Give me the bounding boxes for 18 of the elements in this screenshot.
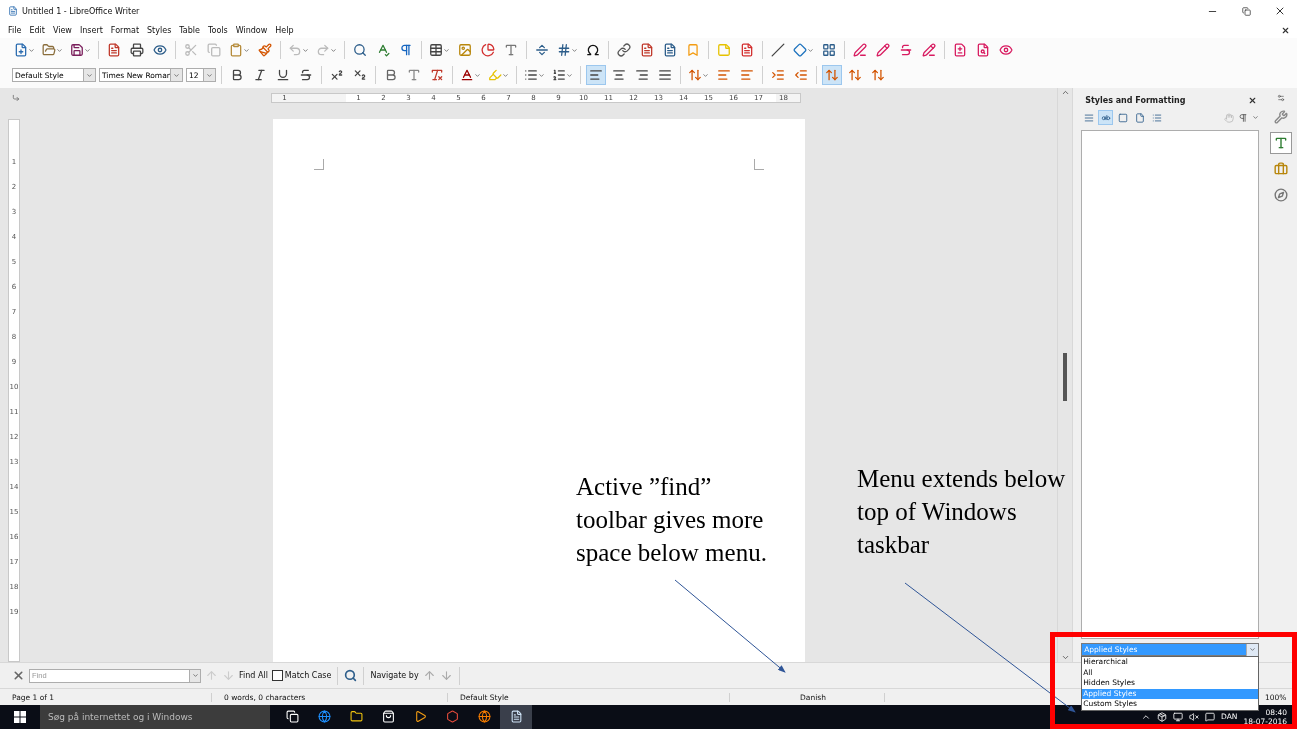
panel-title: Styles and Formatting <box>1085 96 1186 106</box>
navigate-by-label: Navigate by <box>370 671 419 681</box>
menu-item[interactable]: Insert <box>79 25 103 35</box>
menu-item[interactable]: Edit <box>29 25 45 35</box>
menu-item[interactable]: File <box>8 25 22 35</box>
menu-item[interactable]: Tools <box>208 25 228 35</box>
annotation-text: Active ”find” toolbar gives more space below menu. <box>576 472 768 568</box>
annotation-text: Menu extends below top of Windows taskbar <box>857 464 1067 560</box>
menu-item[interactable]: Table <box>179 25 200 35</box>
menu-item[interactable]: Format <box>110 25 140 35</box>
menu-item[interactable]: View <box>52 25 72 35</box>
taskbar-search-field[interactable]: Søg på internettet og i Windows <box>40 705 270 729</box>
find-all-button[interactable]: Find All <box>239 671 268 681</box>
menu-item[interactable]: Styles <box>147 25 172 35</box>
window-title: Untitled 1 - LibreOffice Writer <box>22 6 140 16</box>
menu-item[interactable]: Help <box>275 25 294 35</box>
checkbox-label: Match Case <box>284 671 332 681</box>
menu-item[interactable]: Window <box>235 25 268 35</box>
